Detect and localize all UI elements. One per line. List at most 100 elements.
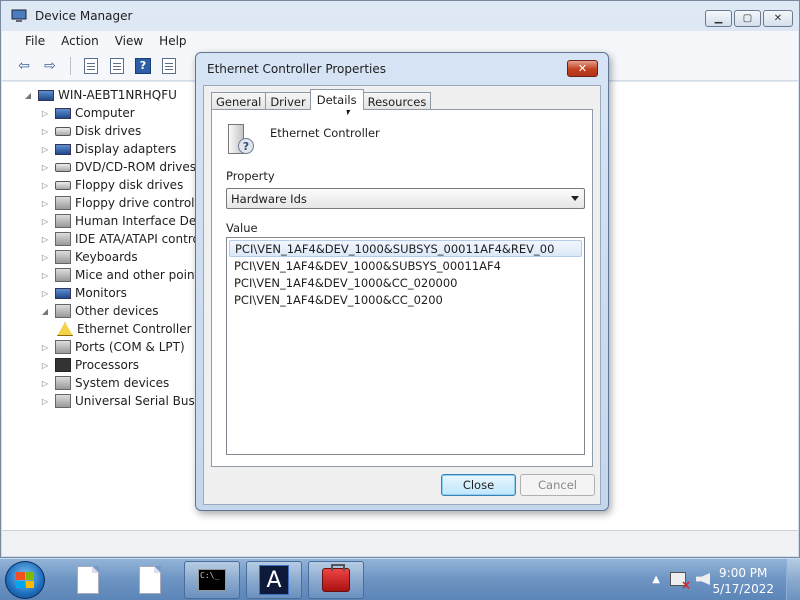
expand-arrow-icon[interactable]: ▷ [39, 217, 51, 226]
chevron-down-icon [571, 196, 579, 201]
tab-resources[interactable]: Resources [362, 92, 432, 110]
port-icon [55, 340, 71, 354]
warning-device-icon [57, 322, 73, 336]
expand-arrow-icon[interactable]: ▷ [39, 145, 51, 154]
expand-arrow-icon[interactable]: ▷ [39, 379, 51, 388]
ide-controller-icon [55, 232, 71, 246]
expand-arrow-icon[interactable]: ▷ [39, 343, 51, 352]
value-list[interactable]: PCI\VEN_1AF4&DEV_1000&SUBSYS_00011AF4&RE… [226, 237, 585, 455]
tree-item-label: Processors [75, 358, 140, 372]
tree-item-label: Monitors [75, 286, 127, 300]
device-manager-icon [11, 9, 27, 23]
back-arrow-icon[interactable]: ⇦ [14, 56, 34, 76]
display-adapter-icon [55, 143, 71, 155]
taskbar-app-a[interactable]: A [246, 561, 302, 599]
tree-item-label: Other devices [75, 304, 159, 318]
list-item[interactable]: PCI\VEN_1AF4&DEV_1000&SUBSYS_00011AF4 [229, 257, 582, 274]
expand-arrow-icon[interactable]: ▷ [39, 199, 51, 208]
menu-action[interactable]: Action [53, 34, 107, 48]
hid-icon [55, 214, 71, 228]
expand-arrow-icon[interactable]: ▷ [39, 289, 51, 298]
property-label: Property [226, 169, 275, 183]
processor-icon [55, 358, 71, 372]
minimize-button[interactable]: ▁ [705, 10, 732, 27]
forward-arrow-icon[interactable]: ⇨ [40, 56, 60, 76]
menu-file[interactable]: File [17, 34, 53, 48]
toolbox-icon [322, 564, 350, 592]
tree-item-label: Ethernet Controller [77, 322, 192, 336]
tab-driver[interactable]: Driver [265, 92, 311, 110]
system-device-icon [55, 376, 71, 390]
tree-item-label: Floppy disk drives [75, 178, 184, 192]
tree-root-label: WIN-AEBT1NRHQFU [58, 88, 177, 102]
list-item[interactable]: PCI\VEN_1AF4&DEV_1000&SUBSYS_00011AF4&RE… [229, 240, 582, 257]
dialog-close-icon[interactable]: ✕ [567, 60, 598, 77]
taskbar-cmd[interactable]: C:\_ [184, 561, 240, 599]
tree-item-label: Display adapters [75, 142, 177, 156]
menu-help[interactable]: Help [151, 34, 194, 48]
tree-item-label: Computer [75, 106, 135, 120]
clock[interactable]: 9:00 PM 5/17/2022 [712, 565, 774, 597]
expand-arrow-icon[interactable]: ▷ [39, 181, 51, 190]
windows-logo-icon [16, 572, 34, 588]
tab-general[interactable]: General [211, 92, 267, 110]
property-select[interactable]: Hardware Ids [226, 188, 585, 209]
maximize-button[interactable]: ▢ [734, 10, 761, 27]
value-label: Value [226, 221, 258, 235]
menubar: File Action View Help [2, 31, 798, 51]
monitor-icon [55, 287, 71, 299]
taskbar-file-1[interactable] [66, 561, 110, 599]
tree-item-label: DVD/CD-ROM drives [75, 160, 197, 174]
view-icon[interactable] [159, 56, 179, 76]
property-select-value: Hardware Ids [231, 191, 307, 206]
keyboard-icon [55, 250, 71, 264]
file-icon [77, 566, 99, 594]
window-controls: ▁ ▢ ✕ [705, 10, 793, 27]
close-window-button[interactable]: ✕ [763, 10, 793, 27]
expand-arrow-icon[interactable]: ▷ [39, 163, 51, 172]
cancel-button[interactable]: Cancel [520, 474, 595, 496]
collapse-arrow-icon[interactable]: ◢ [22, 91, 34, 100]
floppy-disk-icon [55, 180, 71, 190]
expand-arrow-icon[interactable]: ▷ [39, 271, 51, 280]
start-button[interactable] [5, 561, 45, 599]
show-hidden-icons-icon[interactable]: ▲ [652, 574, 660, 585]
show-desktop-button[interactable] [786, 559, 800, 600]
menu-view[interactable]: View [107, 34, 151, 48]
usb-icon [55, 394, 71, 408]
collapse-arrow-icon[interactable]: ◢ [39, 307, 51, 316]
expand-arrow-icon[interactable]: ▷ [39, 361, 51, 370]
network-icon[interactable] [670, 572, 691, 592]
expand-arrow-icon[interactable]: ▷ [39, 253, 51, 262]
taskbar-device-manager[interactable] [308, 561, 364, 599]
tree-item-label: Disk drives [75, 124, 142, 138]
help-icon[interactable]: ? [133, 56, 153, 76]
expand-arrow-icon[interactable]: ▷ [39, 397, 51, 406]
system-tray: ▲ [652, 572, 710, 592]
titlebar[interactable]: Device Manager [1, 1, 799, 31]
properties-dialog: Ethernet Controller Properties ✕ General… [195, 52, 609, 511]
tab-strip: General Driver Details Resources [211, 89, 432, 110]
expand-arrow-icon[interactable]: ▷ [39, 127, 51, 136]
tree-item-label: Ports (COM & LPT) [75, 340, 185, 354]
mouse-icon [55, 268, 71, 282]
close-button[interactable]: Close [441, 474, 516, 496]
tab-details[interactable]: Details [309, 89, 364, 110]
volume-muted-icon[interactable] [696, 573, 710, 585]
dialog-titlebar[interactable]: Ethernet Controller Properties [196, 53, 608, 85]
disk-drive-icon [55, 126, 71, 136]
toolbar-separator [70, 56, 71, 75]
dvd-drive-icon [55, 162, 71, 172]
device-name: Ethernet Controller [270, 126, 380, 140]
expand-arrow-icon[interactable]: ▷ [39, 109, 51, 118]
other-devices-icon [55, 304, 71, 318]
taskbar-file-2[interactable] [128, 561, 172, 599]
list-item[interactable]: PCI\VEN_1AF4&DEV_1000&CC_0200 [229, 291, 582, 308]
expand-arrow-icon[interactable]: ▷ [39, 235, 51, 244]
show-hide-tree-icon[interactable] [81, 56, 101, 76]
list-item[interactable]: PCI\VEN_1AF4&DEV_1000&CC_020000 [229, 274, 582, 291]
details-panel: ? Ethernet Controller Property Hardware … [211, 109, 593, 467]
window-title: Device Manager [35, 9, 133, 23]
properties-icon[interactable] [107, 56, 127, 76]
tree-item-label: Keyboards [75, 250, 138, 264]
